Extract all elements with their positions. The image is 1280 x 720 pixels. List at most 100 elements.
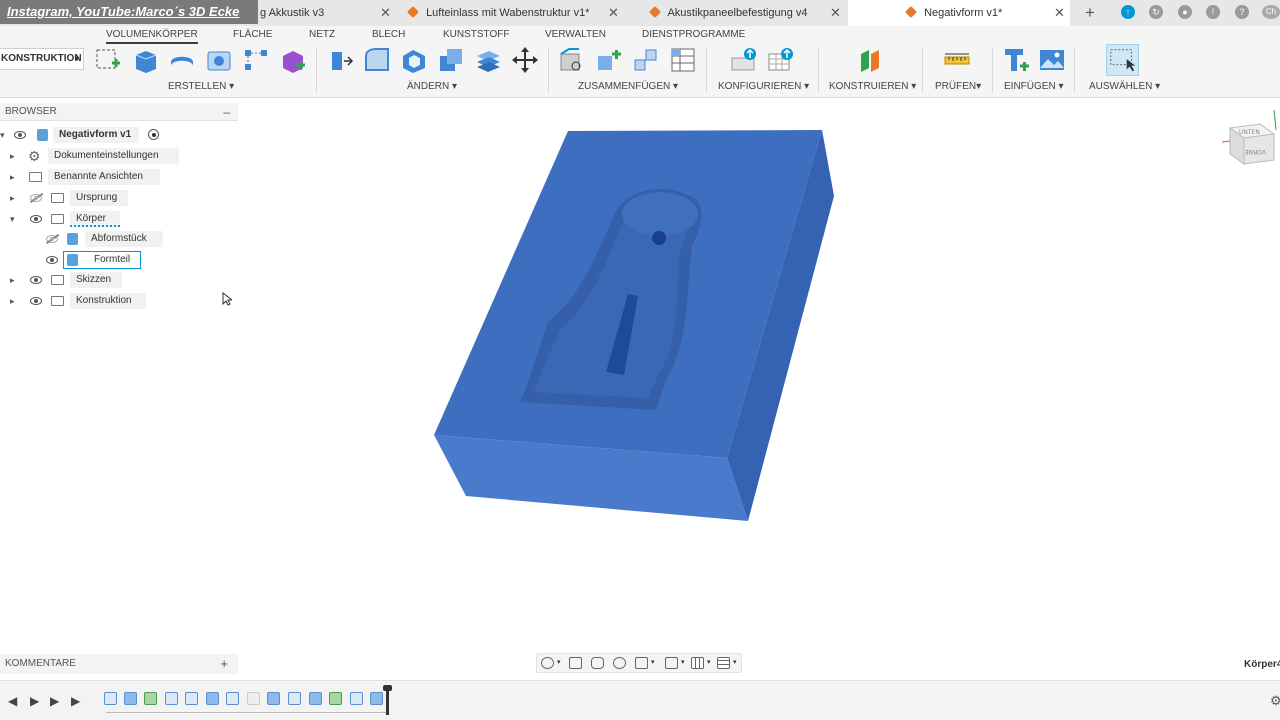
browser-node-sketches[interactable]: ▸ Skizzen <box>0 271 130 289</box>
measure-icon[interactable] <box>943 46 971 74</box>
browser-node-bodies[interactable]: ▾ Körper <box>0 210 122 228</box>
online-status-icon[interactable]: ● <box>1178 5 1192 19</box>
timeline-extrude-icon[interactable] <box>267 692 280 705</box>
workspace-switcher[interactable]: KONSTRUKTION ▾ <box>0 48 84 70</box>
group-aendern[interactable]: ÄNDERN ▾ <box>407 81 457 92</box>
close-icon[interactable]: ✕ <box>608 0 619 26</box>
fillet-icon[interactable] <box>363 46 391 74</box>
group-konfigurieren[interactable]: KONFIGURIEREN ▾ <box>718 81 809 92</box>
press-pull-icon[interactable] <box>326 46 354 74</box>
hole-icon[interactable] <box>205 46 233 74</box>
timeline-end-button[interactable]: ▶ <box>71 694 80 708</box>
chevron-down-icon[interactable]: ▾ <box>707 658 711 666</box>
collapse-browser-button[interactable]: – <box>223 103 230 121</box>
hidden-eye-icon[interactable] <box>46 235 58 243</box>
timeline-marker[interactable] <box>383 685 392 715</box>
timeline-settings-gear-icon[interactable]: ⚙ <box>1270 693 1280 709</box>
timeline-sketch-icon[interactable] <box>288 692 301 705</box>
tab-verwalten[interactable]: VERWALTEN <box>545 29 606 40</box>
timeline-sketch-icon[interactable] <box>185 692 198 705</box>
timeline-combine-icon[interactable] <box>370 692 383 705</box>
configuration-table-icon[interactable] <box>767 46 795 74</box>
tab-akkustik[interactable]: g Akkustik v3 ✕ <box>258 0 398 26</box>
timeline-start-button[interactable]: ◀ <box>8 694 17 708</box>
revolve-icon[interactable] <box>168 46 196 74</box>
offset-face-icon[interactable] <box>474 46 502 74</box>
tab-volumenkoerper[interactable]: VOLUMENKÖRPER <box>106 29 198 44</box>
model-viewport[interactable] <box>240 100 1000 640</box>
move-icon[interactable] <box>511 46 539 74</box>
browser-root-node[interactable]: ▾ Negativform v1 <box>0 126 170 144</box>
chevron-right-icon[interactable]: ▸ <box>10 292 15 310</box>
fit-icon[interactable] <box>635 657 648 669</box>
new-tab-button[interactable]: + <box>1085 0 1095 26</box>
tab-lufteinlass[interactable]: Lufteinlass mit Wabenstruktur v1* ✕ <box>406 0 634 26</box>
activate-radio-icon[interactable] <box>148 129 159 140</box>
display-settings-icon[interactable] <box>665 657 678 669</box>
timeline-play-button[interactable]: ▶ <box>30 694 39 708</box>
timeline-plane-icon[interactable] <box>329 692 342 705</box>
joint-icon[interactable] <box>595 46 623 74</box>
hidden-eye-icon[interactable] <box>30 194 42 202</box>
tab-flaeche[interactable]: FLÄCHE <box>233 29 272 40</box>
timeline-plane-icon[interactable] <box>144 692 157 705</box>
timeline-sketch-icon[interactable] <box>350 692 363 705</box>
shell-icon[interactable] <box>400 46 428 74</box>
as-built-joint-icon[interactable] <box>632 46 660 74</box>
chevron-down-icon[interactable]: ▾ <box>0 126 5 144</box>
timeline-step-forward-button[interactable]: ▶ <box>50 694 59 708</box>
timeline-sketch-icon[interactable] <box>165 692 178 705</box>
tab-blech[interactable]: BLECH <box>372 29 405 40</box>
browser-node-origin[interactable]: ▸ Ursprung <box>0 189 130 207</box>
browser-node-body-formteil[interactable]: Formteil <box>0 251 160 269</box>
timeline-suppressed-icon[interactable] <box>247 692 260 705</box>
visibility-eye-icon[interactable] <box>46 256 58 264</box>
insert-derive-icon[interactable] <box>1002 46 1030 74</box>
extensions-icon[interactable]: ↻ <box>1149 5 1163 19</box>
chevron-right-icon[interactable]: ▸ <box>10 189 15 207</box>
group-einfuegen[interactable]: EINFÜGEN ▾ <box>1004 81 1063 92</box>
browser-node-named-views[interactable]: ▸ Benannte Ansichten <box>0 168 160 186</box>
viewcube[interactable]: UNTEN VORNE X <box>1222 110 1280 172</box>
close-icon[interactable]: ✕ <box>830 0 841 26</box>
create-sketch-icon[interactable] <box>94 46 122 74</box>
look-at-icon[interactable] <box>569 657 582 669</box>
timeline-fillet-icon[interactable] <box>226 692 239 705</box>
pattern-icon[interactable] <box>242 46 270 74</box>
configure-icon[interactable] <box>730 46 758 74</box>
chevron-right-icon[interactable]: ▸ <box>10 147 15 165</box>
pan-hand-icon[interactable] <box>591 657 604 669</box>
timeline-loft-icon[interactable] <box>206 692 219 705</box>
chevron-down-icon[interactable]: ▾ <box>681 658 685 666</box>
help-icon[interactable]: ? <box>1235 5 1249 19</box>
viewports-icon[interactable] <box>717 657 730 669</box>
browser-node-construction[interactable]: ▸ Konstruktion <box>0 292 150 310</box>
tab-negativform[interactable]: Negativform v1* ✕ <box>848 0 1070 26</box>
user-avatar[interactable]: Ch <box>1262 5 1280 19</box>
group-konstruieren[interactable]: KONSTRUIEREN ▾ <box>829 81 916 92</box>
browser-node-doc-settings[interactable]: ▸ ⚙ Dokumenteinstellungen <box>0 147 180 165</box>
canvas-image-icon[interactable] <box>1038 46 1066 74</box>
visibility-eye-icon[interactable] <box>14 131 26 139</box>
group-auswaehlen[interactable]: AUSWÄHLEN ▾ <box>1089 81 1160 92</box>
group-erstellen[interactable]: ERSTELLEN ▾ <box>168 81 234 92</box>
tab-akustikpaneel[interactable]: Akustikpaneelbefestigung v4 ✕ <box>644 0 848 26</box>
chevron-down-icon[interactable]: ▾ <box>557 658 561 666</box>
visibility-eye-icon[interactable] <box>30 297 42 305</box>
chevron-right-icon[interactable]: ▸ <box>10 271 15 289</box>
tab-kunststoff[interactable]: KUNSTSTOFF <box>443 29 509 40</box>
chevron-down-icon[interactable]: ▾ <box>733 658 737 666</box>
group-zusammenfuegen[interactable]: ZUSAMMENFÜGEN ▾ <box>578 81 678 92</box>
new-component-icon[interactable] <box>558 46 586 74</box>
job-status-icon[interactable]: ↑ <box>1121 5 1135 19</box>
timeline-extrude-icon[interactable] <box>309 692 322 705</box>
visibility-eye-icon[interactable] <box>30 215 42 223</box>
chevron-right-icon[interactable]: ▸ <box>10 168 15 186</box>
chevron-down-icon[interactable]: ▾ <box>10 210 15 228</box>
select-window-icon[interactable] <box>1106 44 1139 76</box>
add-comment-button[interactable]: + <box>220 654 228 674</box>
timeline-sketch-icon[interactable] <box>104 692 117 705</box>
close-icon[interactable]: ✕ <box>1054 0 1065 26</box>
offset-plane-icon[interactable] <box>857 46 885 74</box>
group-pruefen[interactable]: PRÜFEN▾ <box>935 81 981 92</box>
